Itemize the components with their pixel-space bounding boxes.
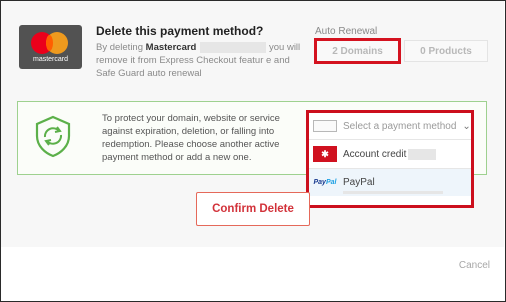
desc-prefix: By deleting xyxy=(96,42,144,53)
desc-card-name: Mastercard xyxy=(145,42,197,53)
redacted-paypal-email xyxy=(343,191,443,194)
option-paypal[interactable]: Pay Pal PayPal xyxy=(309,168,471,196)
dialog-footer xyxy=(1,247,504,301)
option-account-credit[interactable]: ✱ Account credit xyxy=(309,140,471,168)
mastercard-card-thumbnail: mastercard xyxy=(19,25,82,69)
shield-refresh-icon xyxy=(35,115,71,158)
cancel-button[interactable]: Cancel xyxy=(459,260,490,271)
dropdown-placeholder: Select a payment method xyxy=(343,120,457,132)
payment-method-dropdown[interactable]: Select a payment method ⌄ ✱ Account cred… xyxy=(306,110,474,208)
card-brand-label: mastercard xyxy=(32,56,68,63)
dropdown-header[interactable]: Select a payment method ⌄ xyxy=(309,113,471,140)
confirm-delete-button[interactable]: Confirm Delete xyxy=(196,192,310,226)
account-credit-icon: ✱ xyxy=(313,146,337,162)
redacted-credit-amount xyxy=(408,148,437,160)
auto-renewal-label: Auto Renewal xyxy=(315,26,378,37)
option-label: PayPal xyxy=(343,177,375,188)
products-count-button[interactable]: 0 Products xyxy=(404,40,488,62)
paypal-icon: Pay Pal xyxy=(313,179,337,186)
delete-description: By deleting Mastercard you will remove i… xyxy=(96,41,306,80)
redacted-card-number xyxy=(200,41,267,53)
dialog-title: Delete this payment method? xyxy=(96,24,264,38)
chevron-down-icon: ⌄ xyxy=(462,120,471,132)
mastercard-overlap xyxy=(46,35,53,51)
card-placeholder-icon xyxy=(313,120,337,132)
notice-text: To protect your domain, website or servi… xyxy=(102,113,280,163)
domains-count-button[interactable]: 2 Domains xyxy=(314,38,401,64)
option-label: Account credit xyxy=(343,148,407,160)
